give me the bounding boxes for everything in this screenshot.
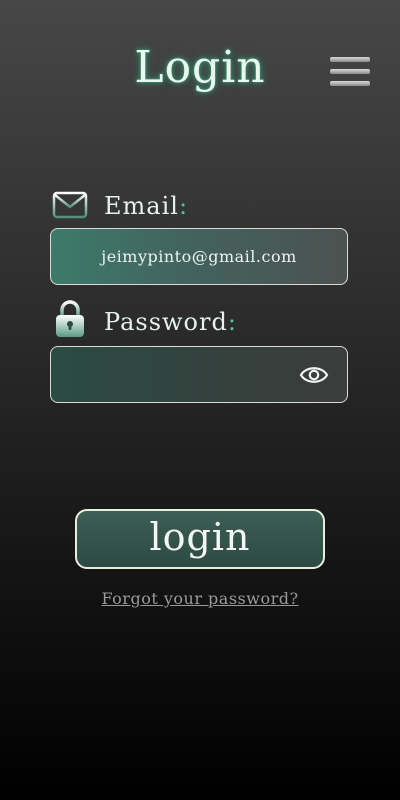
email-label-text: Email	[104, 192, 179, 220]
login-button[interactable]: login	[75, 509, 325, 569]
email-label-row: Email:	[50, 186, 350, 226]
email-label: Email:	[104, 192, 188, 220]
hamburger-menu-icon[interactable]	[330, 57, 370, 87]
password-label-colon: :	[227, 308, 237, 336]
menu-bar	[330, 57, 370, 62]
password-field-box[interactable]	[50, 346, 348, 403]
lock-icon	[52, 298, 88, 338]
eye-icon[interactable]	[299, 363, 329, 387]
password-label-row: Password:	[50, 300, 350, 342]
password-label: Password:	[104, 308, 237, 336]
email-field-box[interactable]	[50, 228, 348, 285]
forgot-password-link[interactable]: Forgot your password?	[0, 589, 400, 608]
email-field[interactable]	[51, 229, 347, 284]
mail-icon	[52, 190, 88, 222]
email-label-colon: :	[178, 192, 189, 220]
password-label-text: Password	[104, 308, 228, 336]
menu-bar	[330, 81, 370, 86]
menu-bar	[330, 69, 370, 74]
